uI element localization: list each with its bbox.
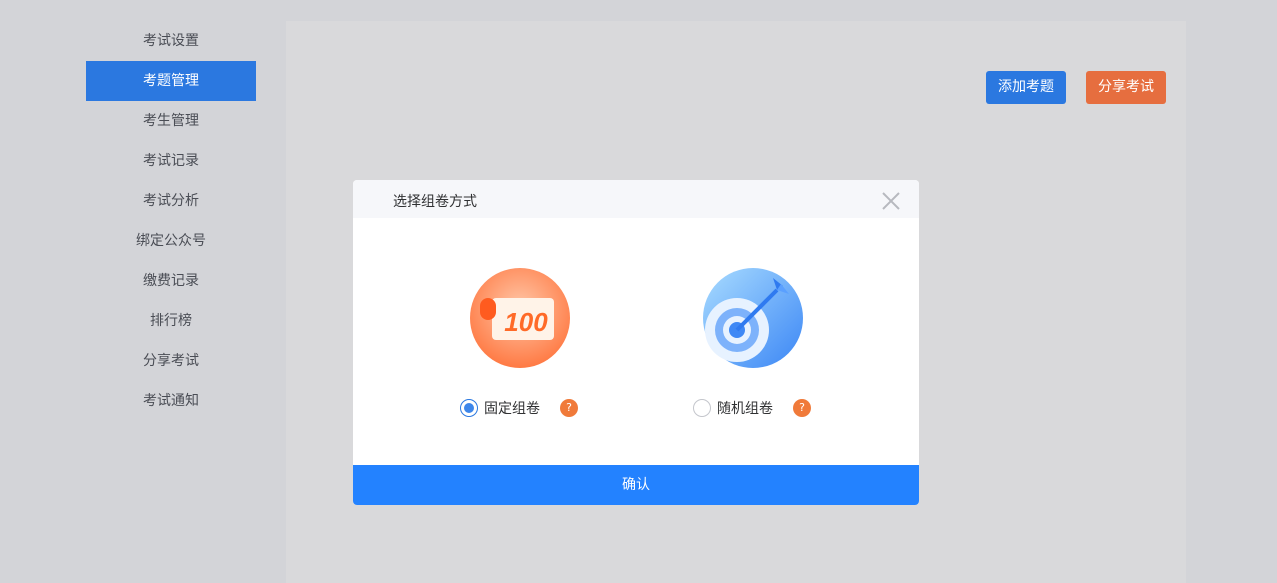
compose-mode-dialog: 选择组卷方式 100 固定组卷 ? 随机组卷 ? 确认 bbox=[353, 180, 919, 505]
random-label[interactable]: 随机组卷 bbox=[717, 398, 773, 418]
sidebar-item-question-management[interactable]: 考题管理 bbox=[86, 61, 256, 101]
fixed-radio[interactable] bbox=[460, 399, 478, 417]
target-icon bbox=[703, 268, 803, 368]
sidebar-item-examinee-management[interactable]: 考生管理 bbox=[86, 101, 256, 141]
share-exam-button[interactable]: 分享考试 bbox=[1086, 71, 1166, 104]
random-option bbox=[673, 268, 833, 368]
sidebar-item-share-exam[interactable]: 分享考试 bbox=[86, 341, 256, 381]
sidebar: 考试设置 考题管理 考生管理 考试记录 考试分析 绑定公众号 缴费记录 排行榜 … bbox=[86, 21, 256, 421]
random-choice[interactable]: 随机组卷 ? bbox=[693, 398, 811, 418]
help-icon[interactable]: ? bbox=[560, 399, 578, 417]
sidebar-item-payment-records[interactable]: 缴费记录 bbox=[86, 261, 256, 301]
sidebar-item-exam-records[interactable]: 考试记录 bbox=[86, 141, 256, 181]
sidebar-item-leaderboard[interactable]: 排行榜 bbox=[86, 301, 256, 341]
sidebar-item-bind-account[interactable]: 绑定公众号 bbox=[86, 221, 256, 261]
sidebar-item-exam-settings[interactable]: 考试设置 bbox=[86, 21, 256, 61]
random-radio[interactable] bbox=[693, 399, 711, 417]
add-question-button[interactable]: 添加考题 bbox=[986, 71, 1066, 104]
help-icon[interactable]: ? bbox=[793, 399, 811, 417]
fixed-option: 100 bbox=[440, 268, 600, 368]
fixed-label[interactable]: 固定组卷 bbox=[484, 398, 540, 418]
dialog-header: 选择组卷方式 bbox=[353, 180, 919, 218]
sidebar-item-exam-analysis[interactable]: 考试分析 bbox=[86, 181, 256, 221]
fixed-choice[interactable]: 固定组卷 ? bbox=[460, 398, 578, 418]
confirm-button[interactable]: 确认 bbox=[353, 465, 919, 505]
dialog-title: 选择组卷方式 bbox=[393, 194, 477, 210]
sidebar-item-exam-notification[interactable]: 考试通知 bbox=[86, 381, 256, 421]
score-100-icon: 100 bbox=[470, 268, 570, 368]
close-icon[interactable] bbox=[881, 191, 901, 211]
score-100-text: 100 bbox=[504, 307, 548, 337]
